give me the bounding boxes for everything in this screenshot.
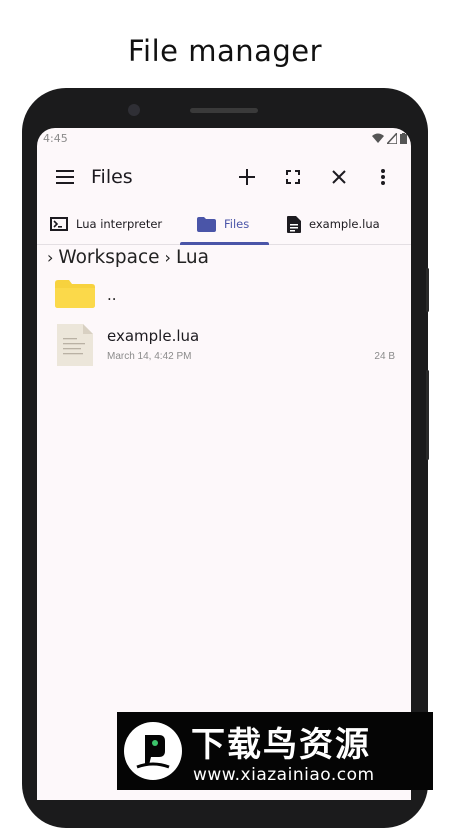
- phone-screen: 4:45 Files Lua interpreter Files example…: [37, 128, 411, 800]
- tab-indicator: [180, 242, 269, 245]
- tab-bar: Lua interpreter Files example.lua: [37, 204, 411, 245]
- fullscreen-icon[interactable]: [281, 165, 305, 189]
- list-item-file[interactable]: [37, 318, 411, 370]
- file-name: example.lua: [107, 327, 200, 345]
- tab-label: Lua interpreter: [76, 217, 163, 231]
- signal-icon: [387, 133, 397, 144]
- chevron-right-icon: ›: [47, 247, 54, 267]
- terminal-icon: [50, 217, 68, 231]
- earpiece-speaker: [190, 108, 258, 113]
- power-button: [426, 268, 429, 312]
- watermark-chinese-text: 下载鸟资源: [191, 725, 371, 765]
- add-icon[interactable]: [235, 165, 259, 189]
- tab-lua-interpreter[interactable]: Lua interpreter: [50, 204, 162, 244]
- watermark-url: www.xiazainiao.com: [193, 765, 375, 785]
- front-camera: [128, 104, 140, 116]
- menu-icon[interactable]: [53, 165, 77, 189]
- folder-icon: [197, 216, 216, 232]
- more-vert-icon[interactable]: [371, 165, 395, 189]
- file-modified-date: March 14, 4:42 PM: [107, 351, 192, 362]
- app-bar: Files: [37, 150, 411, 204]
- status-icons: [372, 133, 407, 144]
- tab-example-lua[interactable]: example.lua: [287, 204, 380, 244]
- breadcrumb: › Workspace › Lua: [47, 246, 209, 268]
- status-time: 4:45: [43, 132, 68, 145]
- file-size: 24 B: [374, 351, 395, 362]
- tab-label: Files: [224, 217, 250, 231]
- breadcrumb-item-workspace[interactable]: Workspace: [58, 247, 159, 268]
- tab-files[interactable]: Files: [197, 204, 249, 244]
- watermark-banner: 下载鸟资源 www.xiazainiao.com: [117, 712, 433, 790]
- document-icon: [287, 215, 301, 233]
- chevron-right-icon: ›: [164, 247, 171, 267]
- volume-button: [426, 370, 429, 460]
- list-item-parent-folder[interactable]: [37, 274, 411, 314]
- text-file-icon: [57, 324, 93, 366]
- parent-folder-name: ..: [107, 286, 117, 304]
- breadcrumb-item-lua[interactable]: Lua: [176, 247, 209, 268]
- app-title: Files: [91, 166, 133, 188]
- folder-icon: [55, 280, 95, 308]
- status-bar: 4:45: [37, 128, 411, 150]
- wifi-icon: [372, 133, 384, 143]
- battery-icon: [400, 133, 407, 144]
- tab-label: example.lua: [309, 217, 380, 231]
- bird-logo-icon: [124, 722, 182, 780]
- promo-title: File manager: [127, 34, 323, 68]
- close-icon[interactable]: [327, 165, 351, 189]
